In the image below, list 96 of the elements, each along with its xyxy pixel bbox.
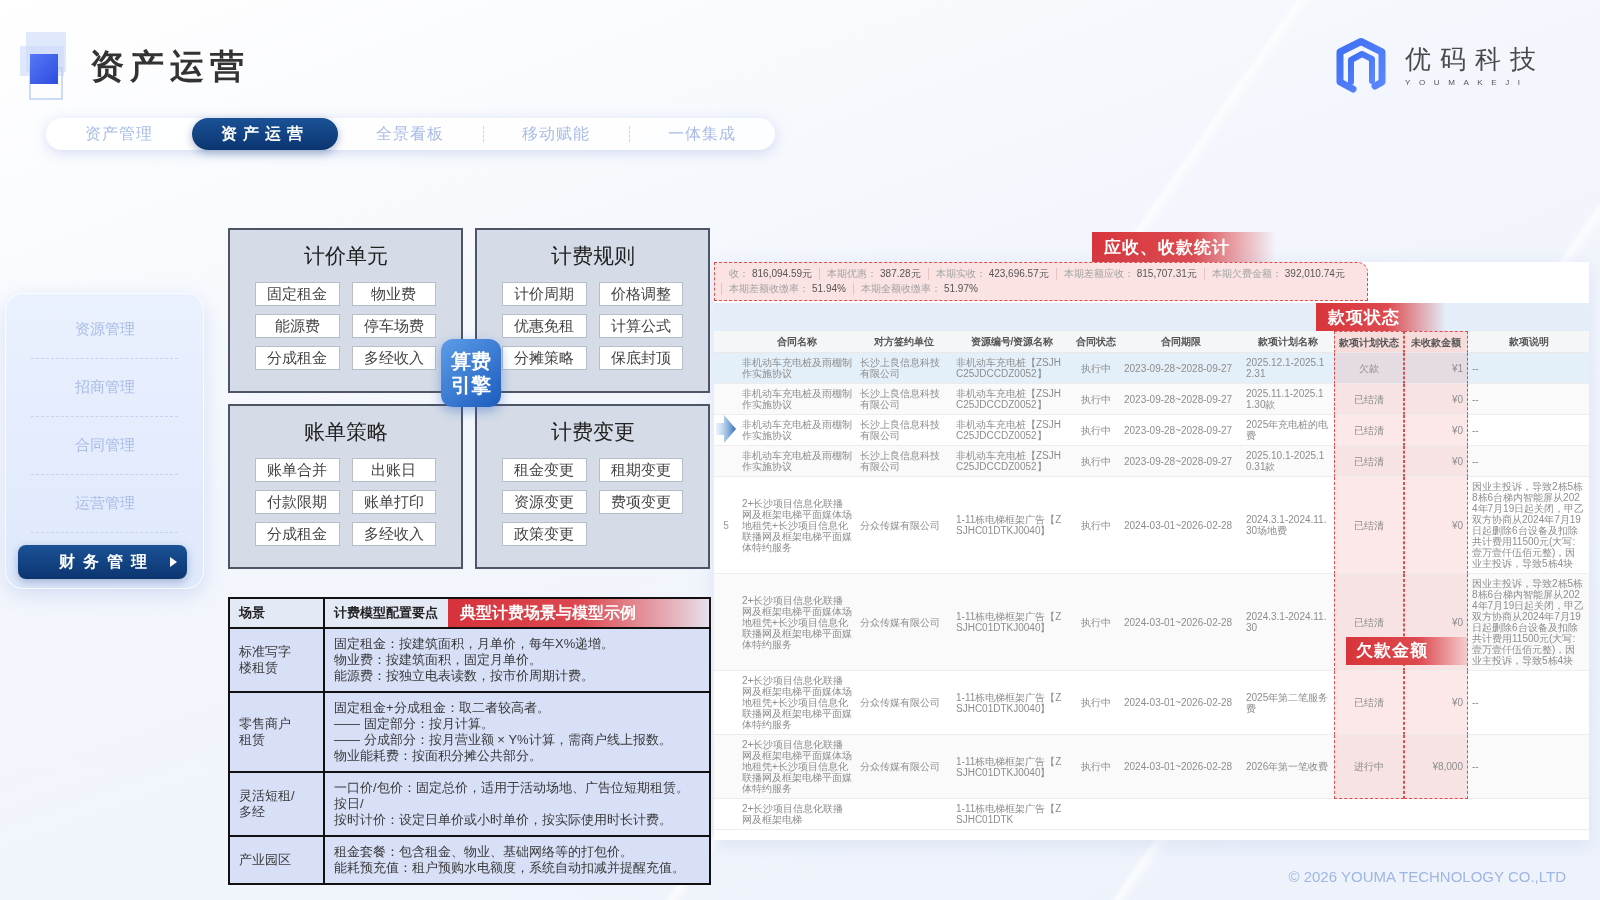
stat-label: 本期差额收缴率： [729, 283, 809, 295]
caret-icon [170, 557, 177, 567]
feature-chip: 出账日 [351, 458, 436, 482]
table-cell: 固定租金：按建筑面积，月单价，每年X%递增。 物业费：按建筑面积，固定月单价。 能源费：按独立电表读数，按市价周期计费。 [324, 628, 710, 692]
column-header: 对方签约单位 [856, 331, 952, 353]
feature-chip: 租期变更 [598, 458, 683, 482]
sidebar-item[interactable]: 合同管理 [31, 417, 178, 475]
feature-chip: 计算公式 [598, 314, 683, 338]
group-title: 账单策略 [303, 419, 388, 445]
table-cell: 已结清 [1334, 446, 1404, 477]
callout-label: 应收、收款统计 [1092, 232, 1276, 262]
feature-chip: 资源变更 [502, 490, 587, 514]
feature-chip: 多经收入 [351, 346, 436, 370]
feature-chip: 保底封顶 [598, 346, 683, 370]
stat-value: 51.94% [812, 283, 846, 295]
brand-name: 优码科技 [1405, 44, 1545, 74]
stat-value: 51.97% [943, 283, 978, 295]
nav-tab[interactable]: 资产管理 [46, 118, 192, 150]
engine-badge: 算费引擎 [440, 339, 501, 407]
table-cell: ¥0 [1404, 477, 1468, 574]
table-cell: ¥8,000 [1404, 735, 1468, 799]
table-cell: 产业园区 [229, 836, 324, 884]
arrow-icon [716, 415, 736, 443]
table-cell: ¥0 [1404, 671, 1468, 735]
table-cell: 1-11栋电梯框架广告【ZSJHC01DTK [952, 799, 1072, 830]
brand-tagline: YOUMAKEJI [1405, 78, 1529, 88]
table-cell: 进行中 [1334, 735, 1404, 799]
stat-label: 收： [729, 268, 749, 280]
stat-label: 本期全额收缴率： [860, 283, 941, 295]
table-cell: 欠款 [1334, 353, 1404, 384]
logo-icon [1335, 38, 1387, 94]
page-title: 资产运营 [90, 46, 250, 86]
table-cell: 已结清 [1334, 477, 1404, 574]
feature-chip: 政策变更 [502, 522, 587, 546]
stat-label: 本期实收： [935, 268, 986, 280]
feature-chip: 计价周期 [502, 282, 587, 306]
feature-chip: 优惠免租 [502, 314, 587, 338]
column-header: 未收款金额 [1404, 331, 1468, 353]
callout-label: 款项状态 [1316, 303, 1446, 331]
column-header: 场景 [229, 598, 324, 628]
feature-chip: 固定租金 [255, 282, 340, 306]
group-title: 计费规则 [550, 243, 635, 269]
column-header: 款项计划状态 [1334, 331, 1404, 353]
sidebar-item[interactable]: 资源管理 [31, 301, 178, 359]
feature-chip: 多经收入 [351, 522, 436, 546]
nav-tab[interactable]: 全景看板 [337, 118, 484, 150]
feature-chip: 价格调整 [598, 282, 683, 306]
feature-chip: 能源费 [255, 314, 340, 338]
stat-label: 本期优惠： [827, 268, 878, 280]
column-header: 资源编号/资源名称 [952, 331, 1072, 353]
feature-chip: 付款限期 [255, 490, 340, 514]
column-header: 合同状态 [1072, 331, 1120, 353]
table-cell: 一口价/包价：固定总价，适用于活动场地、广告位短期租赁。 按日/ 按时计价：设定日单价或小时单价，按实际使用时长计费。 [324, 772, 710, 836]
stat-value: 387.28元 [880, 268, 921, 280]
stat-label: 本期欠费金额： [1211, 268, 1282, 280]
table-cell: 已结清 [1334, 384, 1404, 415]
table-cell: 标准写字楼租赁 [229, 628, 324, 692]
sidebar-item[interactable]: 财务管理 [18, 545, 187, 579]
column-header: 合同名称 [738, 331, 856, 353]
feature-chip: 账单合并 [255, 458, 340, 482]
group-title: 计费变更 [550, 419, 635, 445]
table-cell: 2+长沙项目信息化联播网及框架电梯 [738, 799, 856, 830]
stat-value: 815,707.31元 [1136, 268, 1197, 280]
callout-label: 欠款金额 [1346, 637, 1468, 665]
feature-chip: 账单打印 [351, 490, 436, 514]
feature-chip: 分摊策略 [502, 346, 587, 370]
stat-value: 423,696.57元 [988, 268, 1049, 280]
group-title: 计价单元 [303, 243, 388, 269]
banner-label: 典型计费场景与模型示例 [448, 599, 711, 627]
nav-tab[interactable]: 资产运营 [191, 118, 338, 150]
sidebar-item[interactable]: 招商管理 [31, 359, 178, 417]
feature-chip: 租金变更 [502, 458, 587, 482]
column-header: 款项计划名称 [1242, 331, 1334, 353]
table-cell: 固定租金+分成租金：取二者较高者。 —— 固定部分：按月计算。 —— 分成部分：按月营业额 × Y%计算，需商户线上报数。 物业能耗费：按面积分摊公共部分。 [324, 692, 710, 772]
table-cell: ¥0 [1404, 415, 1468, 446]
table-cell: 灵活短租/多经 [229, 772, 324, 836]
table-cell: 租金套餐：包含租金、物业、基础网络等的打包价。 能耗预充值：租户预购水电额度，系统自动扣减并提醒充值。 [324, 836, 710, 884]
table-cell: 已结清 [1334, 415, 1404, 446]
table-cell: ¥0 [1404, 384, 1468, 415]
nav-tab[interactable]: 移动赋能 [483, 118, 630, 150]
table-cell: ¥1 [1404, 353, 1468, 384]
feature-chip: 分成租金 [255, 522, 340, 546]
feature-chip: 费项变更 [598, 490, 683, 514]
table-cell: 零售商户租赁 [229, 692, 324, 772]
feature-chip: 停车场费 [351, 314, 436, 338]
stat-value: 392,010.74元 [1284, 268, 1345, 280]
stat-value: 816,094.59元 [752, 268, 813, 280]
feature-chip: 物业费 [351, 282, 436, 306]
feature-chip: 分成租金 [255, 346, 340, 370]
table-cell: ¥0 [1404, 446, 1468, 477]
stat-label: 本期差额应收： [1063, 268, 1134, 280]
nav-tab[interactable]: 一体集成 [629, 118, 775, 150]
table-cell: 已结清 [1334, 671, 1404, 735]
column-header: 合同期限 [1120, 331, 1242, 353]
copyright-text: © 2026 YOUMA TECHNOLOGY CO.,LTD [1288, 868, 1566, 886]
column-header: 款项说明 [1468, 331, 1589, 353]
